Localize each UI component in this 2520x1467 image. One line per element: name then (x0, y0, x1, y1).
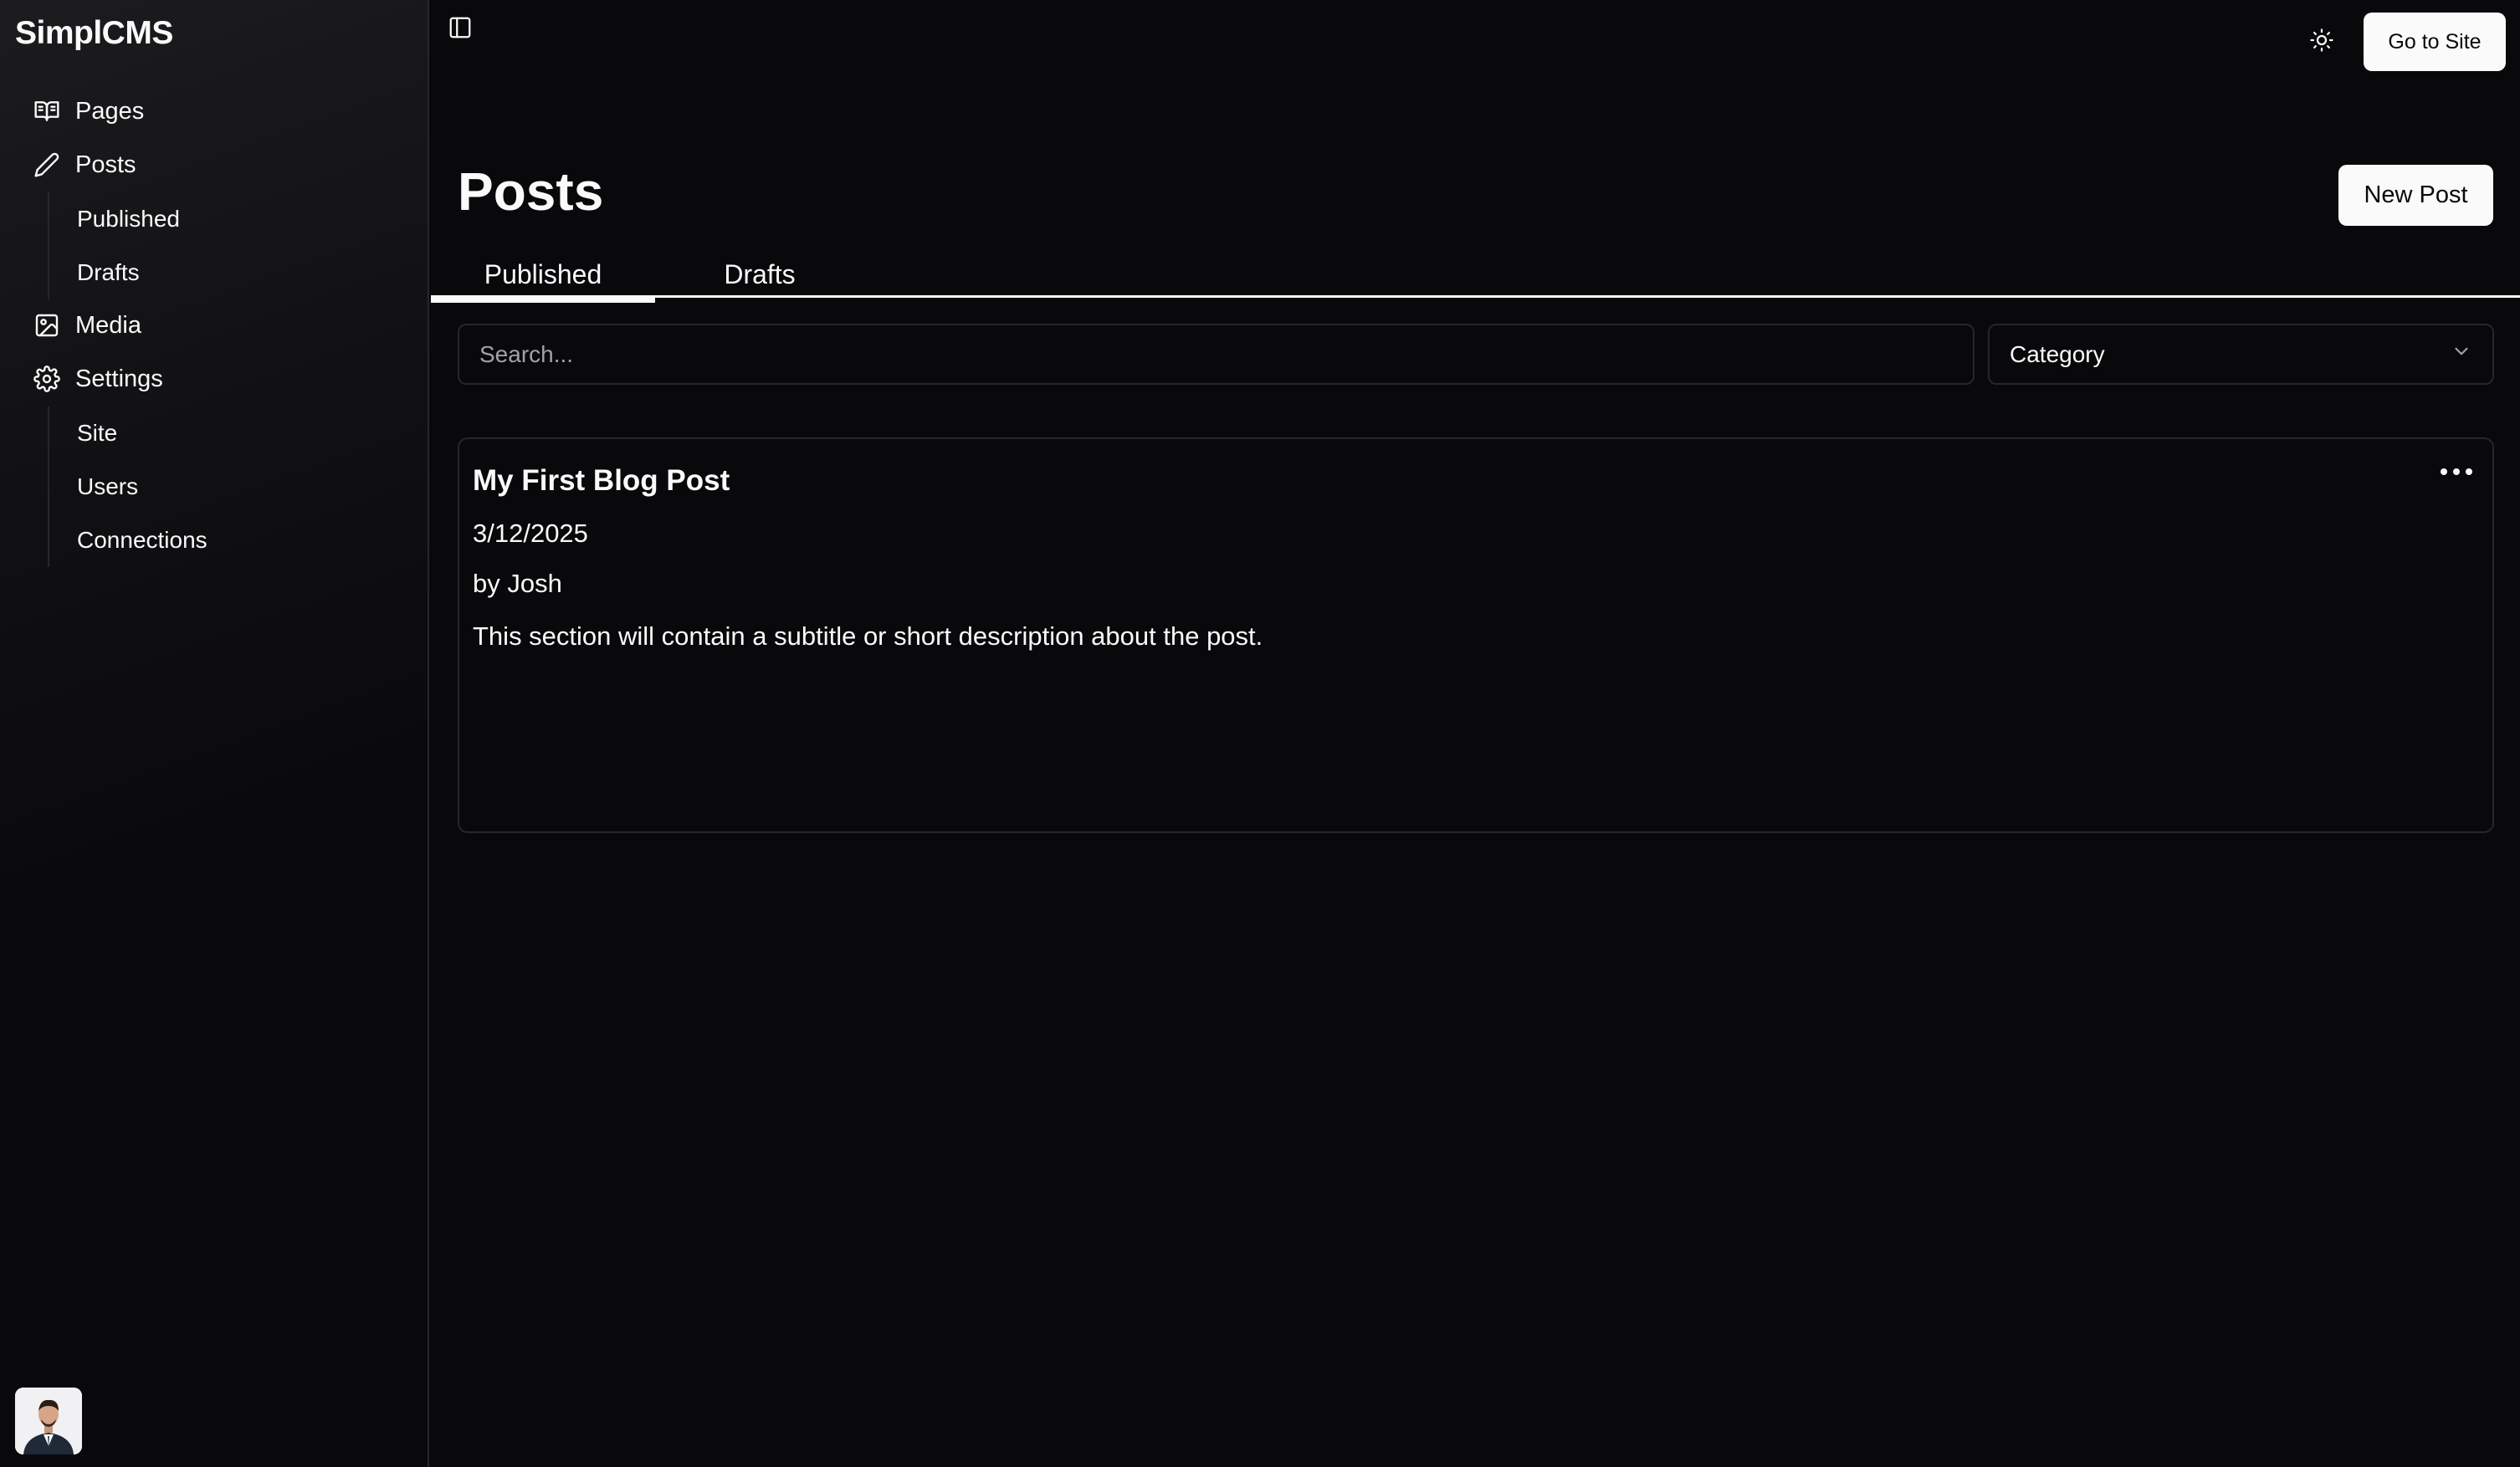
settings-submenu: Site Users Connections (48, 406, 207, 567)
sidebar-toggle-button[interactable] (448, 15, 473, 40)
chevron-down-icon (2451, 340, 2472, 368)
tab-drafts[interactable]: Drafts (655, 251, 864, 298)
panel-left-icon (448, 17, 473, 43)
sidebar: SimplCMS Pages Posts Published Drafts Me… (0, 0, 429, 1467)
post-actions-button[interactable] (2435, 456, 2477, 489)
post-description: This section will contain a subtitle or … (473, 621, 1263, 651)
sidebar-subitem-connections[interactable]: Connections (49, 514, 207, 567)
avatar[interactable] (15, 1388, 82, 1454)
sidebar-item-settings[interactable]: Settings (33, 358, 163, 400)
posts-submenu: Published Drafts (48, 192, 180, 299)
sun-icon (2309, 28, 2334, 57)
image-icon (33, 312, 60, 339)
gear-icon (33, 365, 60, 392)
sidebar-subitem-published[interactable]: Published (49, 192, 180, 246)
sidebar-item-pages[interactable]: Pages (33, 90, 144, 132)
go-to-site-button[interactable]: Go to Site (2364, 13, 2506, 71)
sidebar-item-label: Pages (75, 97, 145, 125)
book-open-icon (33, 98, 60, 125)
new-post-button[interactable]: New Post (2338, 165, 2493, 226)
sidebar-item-label: Settings (75, 365, 163, 392)
sidebar-subitem-drafts[interactable]: Drafts (49, 246, 180, 299)
search-input[interactable] (458, 324, 1975, 385)
sidebar-subitem-users[interactable]: Users (49, 460, 207, 514)
sidebar-item-media[interactable]: Media (33, 304, 141, 346)
more-horizontal-icon (2440, 465, 2473, 480)
post-date: 3/12/2025 (473, 519, 588, 548)
pen-icon (33, 151, 60, 178)
page-title: Posts (458, 161, 604, 222)
tab-published[interactable]: Published (431, 251, 655, 303)
sidebar-item-label: Media (75, 311, 141, 339)
user-avatar-icon (15, 1388, 82, 1454)
post-title[interactable]: My First Blog Post (473, 464, 730, 498)
tab-bar: Published Drafts (431, 251, 2520, 303)
main-content: Go to Site Posts New Post Published Draf… (431, 0, 2520, 1467)
app: SimplCMS Pages Posts Published Drafts Me… (0, 0, 2520, 1467)
post-card[interactable]: My First Blog Post 3/12/2025 by Josh Thi… (458, 437, 2494, 833)
sidebar-item-posts[interactable]: Posts (33, 144, 136, 186)
category-select-label: Category (2010, 340, 2105, 367)
sidebar-subitem-site[interactable]: Site (49, 406, 207, 460)
theme-toggle-button[interactable] (2305, 25, 2338, 59)
category-select[interactable]: Category (1988, 324, 2494, 385)
post-author: by Josh (473, 569, 562, 598)
brand-logo[interactable]: SimplCMS (15, 15, 173, 52)
sidebar-item-label: Posts (75, 151, 136, 178)
